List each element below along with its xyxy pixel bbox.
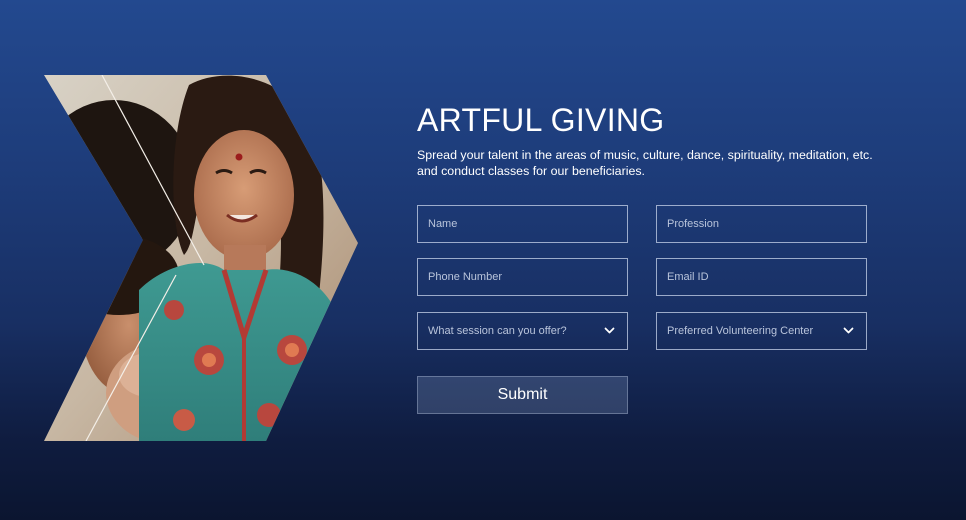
session-dropdown-label: What session can you offer? bbox=[428, 325, 567, 337]
profession-input[interactable] bbox=[656, 205, 867, 243]
chevron-down-icon bbox=[843, 327, 854, 334]
email-input[interactable] bbox=[656, 258, 867, 296]
submit-button[interactable]: Submit bbox=[417, 376, 628, 414]
chevron-down-icon bbox=[604, 327, 615, 334]
hero-photo bbox=[44, 75, 358, 441]
phone-number-input[interactable] bbox=[417, 258, 628, 296]
name-input[interactable] bbox=[417, 205, 628, 243]
volunteering-center-dropdown[interactable]: Preferred Volunteering Center bbox=[656, 312, 867, 350]
page-title: ARTFUL GIVING bbox=[417, 102, 665, 138]
session-dropdown[interactable]: What session can you offer? bbox=[417, 312, 628, 350]
page-description: Spread your talent in the areas of music… bbox=[417, 148, 873, 178]
hero-photo-artwork bbox=[44, 75, 358, 441]
volunteering-center-dropdown-label: Preferred Volunteering Center bbox=[667, 325, 814, 337]
